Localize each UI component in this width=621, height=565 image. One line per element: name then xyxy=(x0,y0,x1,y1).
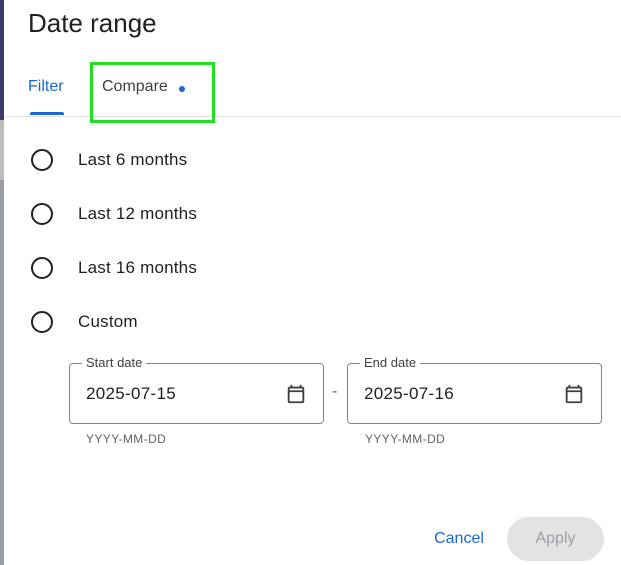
calendar-icon[interactable] xyxy=(563,383,585,405)
option-last-16-months[interactable]: Last 16 months xyxy=(4,248,404,288)
radio-icon[interactable] xyxy=(31,257,53,279)
option-label: Last 6 months xyxy=(78,150,188,169)
option-custom[interactable]: Custom xyxy=(4,302,404,342)
calendar-icon[interactable] xyxy=(285,383,307,405)
date-range-dialog: Date range Filter Compare Last 6 months … xyxy=(4,0,621,565)
start-date-hint: YYYY-MM-DD xyxy=(86,432,167,446)
start-date-label: Start date xyxy=(82,355,147,370)
option-label: Custom xyxy=(78,312,138,331)
range-separator: - xyxy=(332,383,338,400)
end-date-label: End date xyxy=(360,355,421,370)
tab-selected-indicator xyxy=(30,112,64,115)
tab-bar: Filter Compare xyxy=(4,62,621,123)
radio-icon[interactable] xyxy=(31,203,53,225)
radio-icon[interactable] xyxy=(31,149,53,171)
end-date-hint: YYYY-MM-DD xyxy=(365,432,446,446)
start-date-value[interactable]: 2025-07-15 xyxy=(86,384,176,404)
tab-compare[interactable]: Compare xyxy=(102,62,185,116)
tab-filter-label: Filter xyxy=(28,78,64,95)
end-date-value[interactable]: 2025-07-16 xyxy=(364,384,454,404)
option-label: Last 16 months xyxy=(78,258,198,277)
option-label: Last 12 months xyxy=(78,204,198,223)
option-last-6-months[interactable]: Last 6 months xyxy=(4,140,404,180)
end-date-field[interactable]: End date 2025-07-16 xyxy=(347,355,602,424)
cancel-button[interactable]: Cancel xyxy=(420,517,498,561)
radio-icon[interactable] xyxy=(31,311,53,333)
indicator-dot-icon xyxy=(178,86,185,92)
dialog-title: Date range xyxy=(28,8,157,38)
tab-filter[interactable]: Filter xyxy=(28,62,64,116)
option-last-12-months[interactable]: Last 12 months xyxy=(4,194,404,234)
tab-compare-label: Compare xyxy=(102,78,168,95)
start-date-field[interactable]: Start date 2025-07-15 xyxy=(69,355,324,424)
apply-button[interactable]: Apply xyxy=(507,517,604,561)
